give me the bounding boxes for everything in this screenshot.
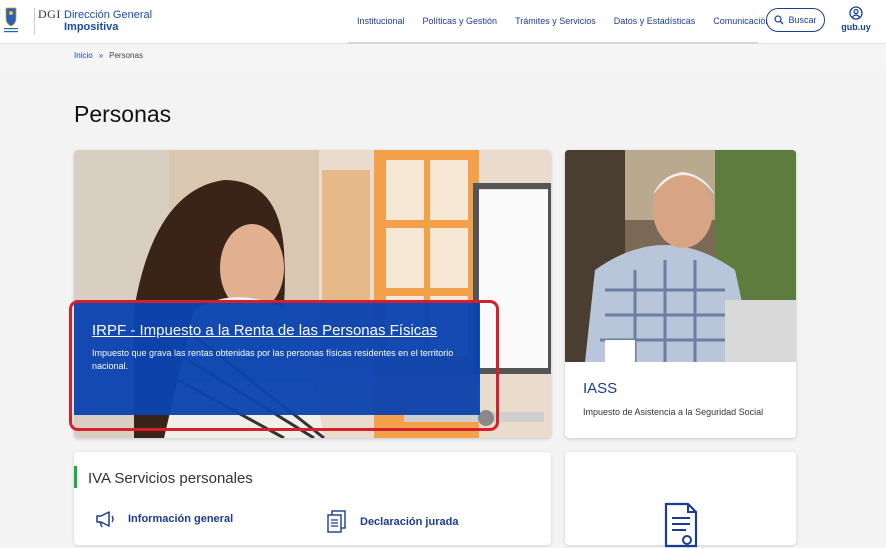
search-button[interactable]: Buscar (766, 8, 825, 32)
iass-card[interactable]: IASS Impuesto de Asistencia a la Segurid… (565, 150, 796, 438)
iass-title-link[interactable]: IASS (583, 380, 617, 397)
section-accent-bar (74, 466, 77, 488)
search-icon (774, 15, 784, 25)
iass-description: Impuesto de Asistencia a la Seguridad So… (583, 407, 764, 417)
declaracion-jurada-label: Declaración jurada (360, 516, 459, 528)
breadcrumb: Inicio » Personas (74, 51, 143, 60)
search-button-label: Buscar (788, 15, 817, 25)
gub-uy-link[interactable]: gub.uy (838, 6, 874, 32)
nav-item-politicas[interactable]: Políticas y Gestión (414, 16, 507, 26)
user-circle-icon (849, 6, 863, 20)
main-nav: Institucional Políticas y Gestión Trámit… (348, 0, 770, 44)
brand-line-1: Dirección General (64, 9, 153, 21)
informacion-general-link[interactable]: Información general (94, 510, 233, 528)
elderly-man-photo (565, 150, 796, 362)
gub-uy-label: gub.uy (841, 22, 871, 32)
dgi-logo-text: DGI (38, 7, 61, 21)
dgi-logo[interactable]: DGI (34, 7, 61, 34)
nav-item-institucional[interactable]: Institucional (348, 16, 414, 26)
site-header: DGI Dirección General Impositiva Institu… (0, 0, 886, 44)
brand-line-2: Impositiva (64, 21, 119, 33)
uruguay-coat-of-arms-icon[interactable] (2, 6, 20, 36)
informacion-general-label: Información general (128, 513, 234, 525)
breadcrumb-separator: » (98, 51, 104, 60)
documents-icon (327, 510, 346, 533)
nav-item-tramites[interactable]: Trámites y Servicios (506, 16, 605, 26)
document-card[interactable] (565, 452, 796, 548)
highlight-box (69, 300, 499, 431)
declaracion-jurada-link[interactable]: Declaración jurada (326, 510, 458, 534)
page-title: Personas (74, 101, 172, 127)
iva-card-title: IVA Servicios personales (88, 470, 253, 487)
document-certificate-icon (664, 502, 698, 548)
megaphone-icon (96, 511, 114, 528)
brand-name[interactable]: Dirección General Impositiva (64, 9, 152, 33)
breadcrumb-home[interactable]: Inicio (74, 51, 93, 60)
nav-item-datos[interactable]: Datos y Estadísticas (605, 16, 705, 26)
breadcrumb-current: Personas (109, 51, 143, 60)
iva-card: IVA Servicios personales Información gen… (74, 452, 551, 545)
